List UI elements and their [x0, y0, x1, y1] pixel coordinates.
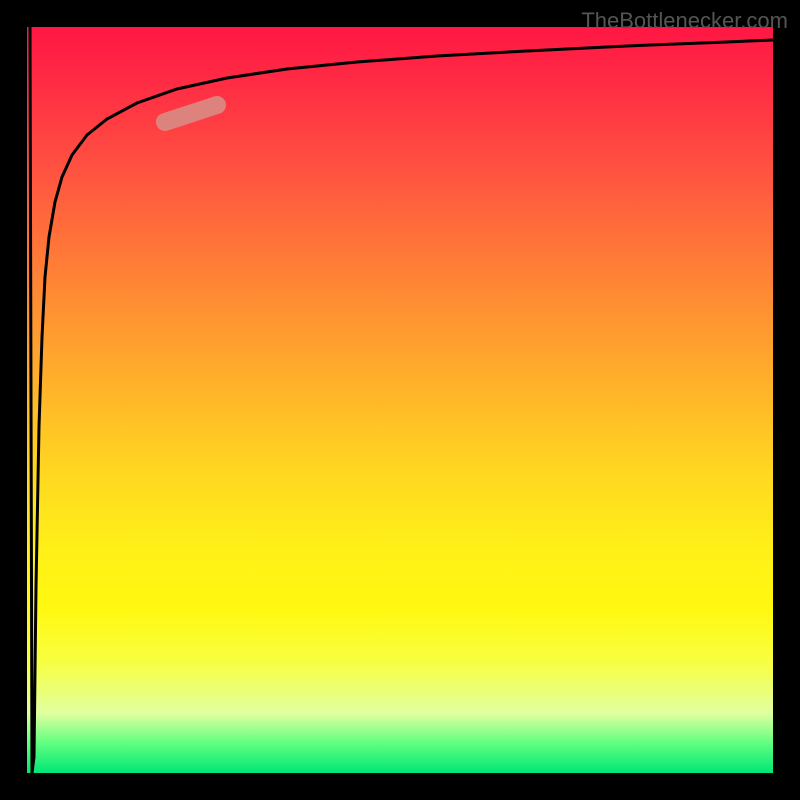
watermark-text: TheBottlenecker.com [581, 8, 788, 34]
chart-gradient-background [27, 27, 773, 773]
